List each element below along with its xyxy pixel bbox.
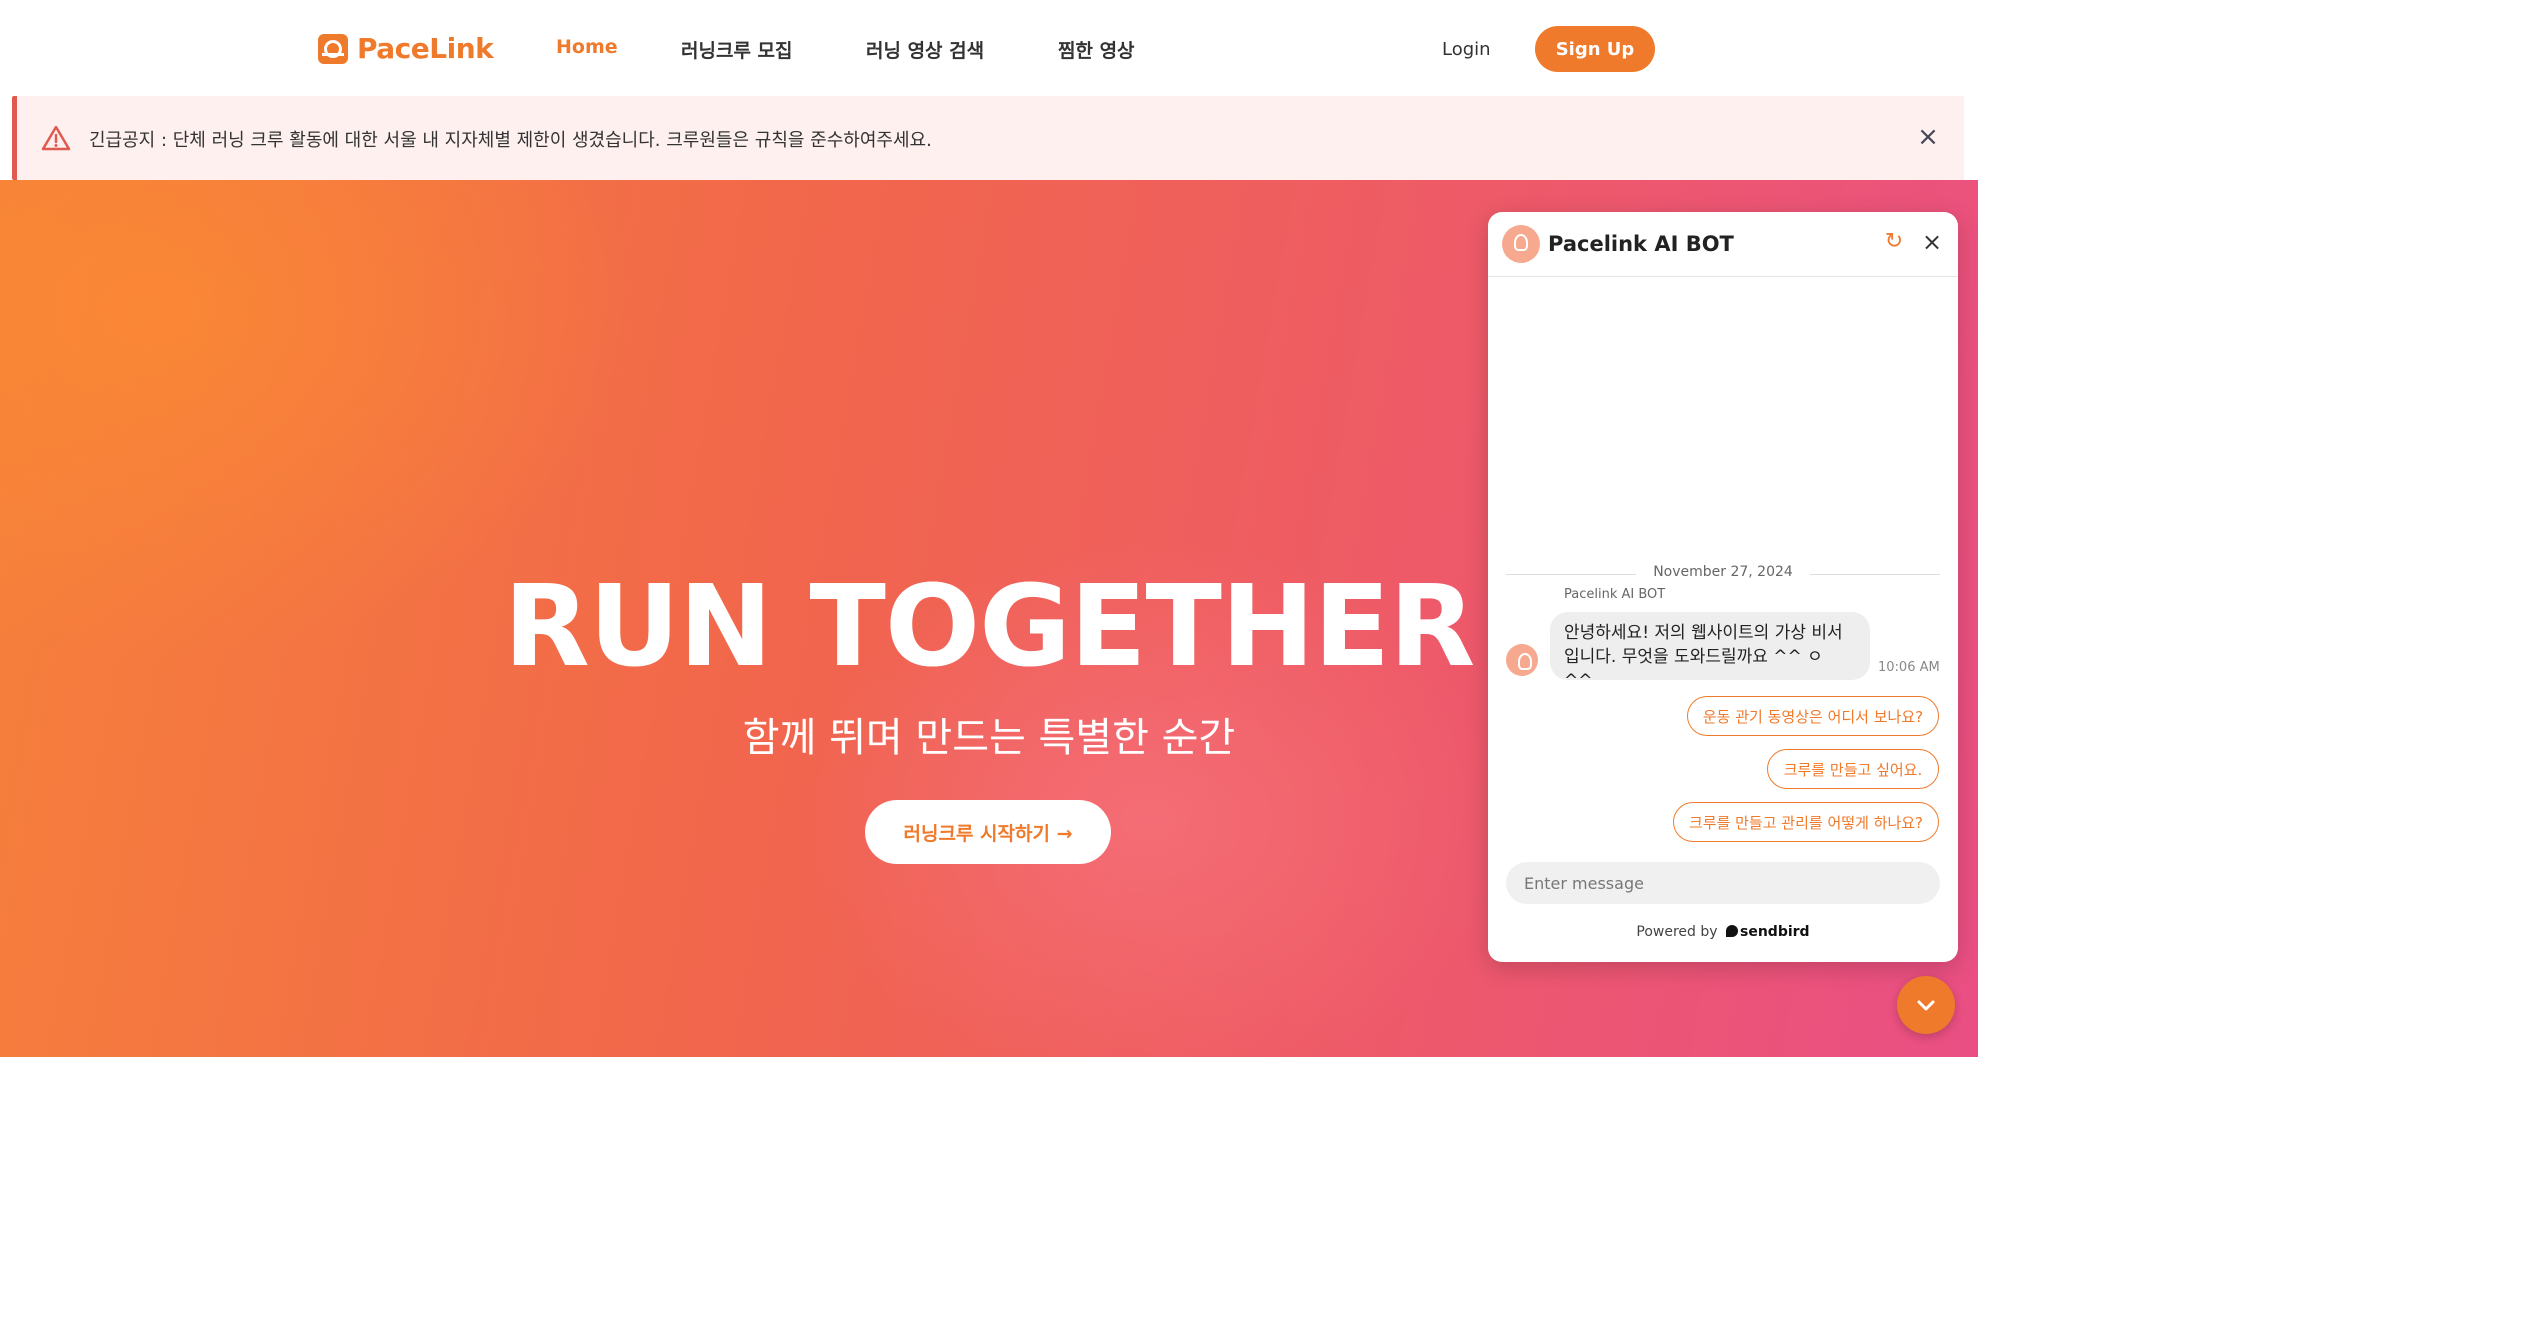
message-input[interactable] <box>1506 862 1940 904</box>
signup-button[interactable]: Sign Up <box>1535 26 1655 72</box>
nav-saved-videos[interactable]: 찜한 영상 <box>1058 36 1135 63</box>
chat-header: Pacelink AI BOT ↻ × <box>1488 212 1958 277</box>
login-link[interactable]: Login <box>1442 39 1491 60</box>
suggestion-chip[interactable]: 크루를 만들고 싶어요. <box>1767 749 1939 789</box>
suggestion-chip[interactable]: 운동 관기 동영상은 어디서 보나요? <box>1687 696 1939 736</box>
nav-home[interactable]: Home <box>556 36 618 58</box>
refresh-icon[interactable]: ↻ <box>1882 230 1906 254</box>
start-crew-button[interactable]: 러닝크루 시작하기 → <box>865 800 1111 864</box>
bot-avatar <box>1502 225 1540 263</box>
chat-title: Pacelink AI BOT <box>1548 232 1734 256</box>
top-navbar: PaceLink Home 러닝크루 모집 러닝 영상 검색 찜한 영상 Log… <box>0 0 1975 96</box>
powered-by-brand: sendbird <box>1740 924 1810 940</box>
message-sender: Pacelink AI BOT <box>1564 587 1666 602</box>
chatbot-window: Pacelink AI BOT ↻ × November 27, 2024 Pa… <box>1488 212 1958 962</box>
powered-by: Powered by sendbird <box>1488 924 1958 940</box>
pacelink-logo-icon <box>318 33 348 64</box>
close-icon[interactable]: × <box>1915 124 1941 150</box>
nav-video-search[interactable]: 러닝 영상 검색 <box>866 36 984 63</box>
chevron-down-icon <box>1917 1000 1935 1011</box>
brand-name: PaceLink <box>357 32 494 65</box>
warning-triangle-icon <box>41 125 71 151</box>
notice-text: 긴급공지 : 단체 러닝 크루 활동에 대한 서울 내 지자체별 제한이 생겼습… <box>89 130 932 151</box>
chat-date: November 27, 2024 <box>1653 564 1793 580</box>
pacelink-logo[interactable]: PaceLink <box>318 32 494 65</box>
chat-toggle-button[interactable] <box>1897 976 1955 1034</box>
date-separator: November 27, 2024 <box>1506 564 1940 584</box>
sendbird-logo-icon <box>1726 925 1739 937</box>
powered-by-label: Powered by <box>1636 924 1718 940</box>
message-time: 10:06 AM <box>1878 660 1940 675</box>
suggestion-chip[interactable]: 크루를 만들고 관리를 어떻게 하나요? <box>1673 802 1939 842</box>
close-icon[interactable]: × <box>1920 230 1944 254</box>
emergency-notice-banner: 긴급공지 : 단체 러닝 크루 활동에 대한 서울 내 지자체별 제한이 생겼습… <box>12 96 1964 180</box>
bot-message-bubble: 안녕하세요! 저의 웹사이트의 가상 비서입니다. 무엇을 도와드릴까요 ^^ … <box>1550 612 1870 691</box>
bot-avatar <box>1506 644 1538 676</box>
nav-crew-recruit[interactable]: 러닝크루 모집 <box>681 36 793 63</box>
